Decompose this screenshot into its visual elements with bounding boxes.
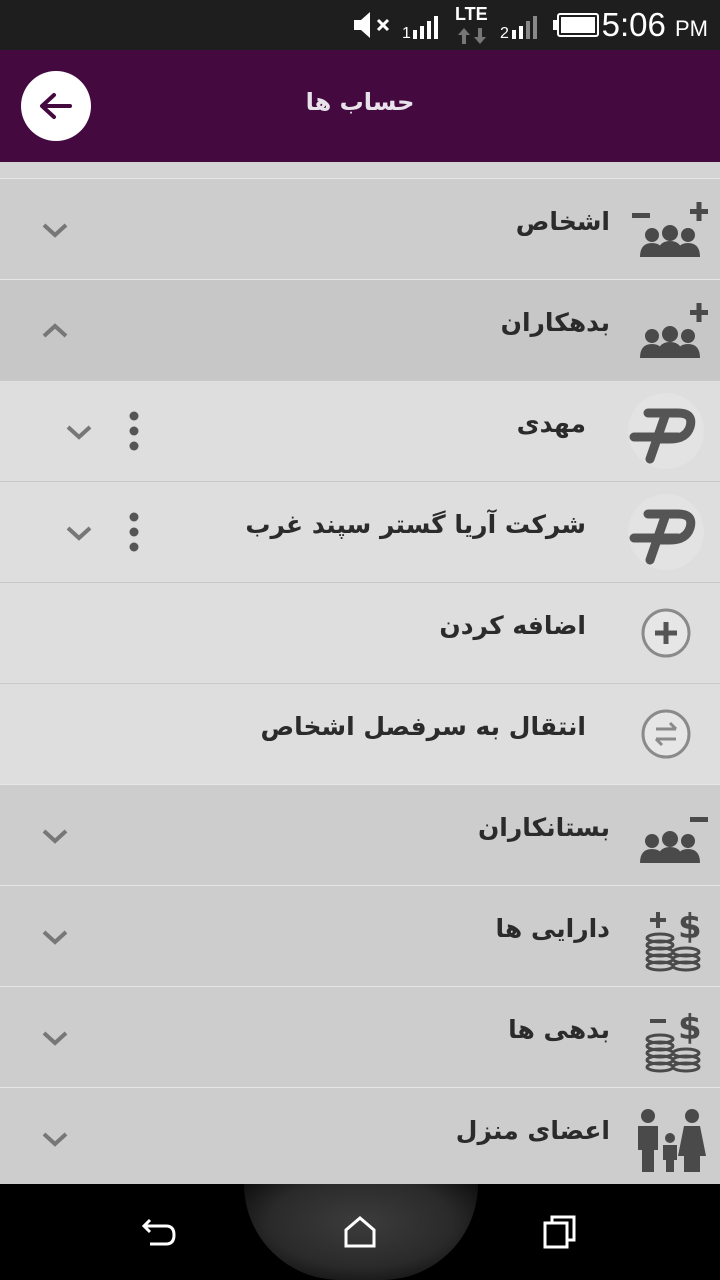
group-row-household[interactable]: اعضای منزل <box>0 1087 720 1188</box>
people-add-icon <box>640 303 708 358</box>
accounts-list: اشخاص بدهکاران مهدی شرکت آریا گستر سپند … <box>0 162 720 1188</box>
group-label: بدهکاران <box>500 308 610 337</box>
people-add-remove-icon <box>632 202 708 257</box>
chevron-down-icon[interactable] <box>40 821 70 851</box>
group-row-people[interactable]: اشخاص <box>0 178 720 279</box>
action-label: انتقال به سرفصل اشخاص <box>260 712 586 741</box>
account-logo-icon <box>628 494 704 570</box>
transfer-to-people-button[interactable]: انتقال به سرفصل اشخاص <box>0 683 720 784</box>
add-circle-icon <box>641 608 691 658</box>
svg-text:$: $ <box>678 907 702 947</box>
system-nav-bar <box>0 1184 720 1280</box>
battery-icon <box>553 13 599 37</box>
chevron-down-icon[interactable] <box>40 922 70 952</box>
home-nav-icon[interactable] <box>342 1214 378 1250</box>
data-transfer-icon <box>458 28 486 44</box>
chevron-down-icon[interactable] <box>64 417 94 447</box>
svg-text:2: 2 <box>500 25 509 40</box>
recent-apps-icon[interactable] <box>542 1214 578 1250</box>
status-bar: 1 LTE 2 5:06 PM <box>0 0 720 50</box>
mute-icon <box>354 12 390 38</box>
chevron-down-icon[interactable] <box>40 215 70 245</box>
account-row-mahdi[interactable]: مهدی <box>0 380 720 481</box>
transfer-circle-icon <box>641 709 691 759</box>
back-nav-icon[interactable] <box>140 1214 180 1250</box>
coins-plus-icon: $ <box>645 907 702 972</box>
signal-2-icon: 2 <box>500 16 537 40</box>
chevron-down-icon[interactable] <box>64 518 94 548</box>
group-row-assets[interactable]: $ دارایی ها <box>0 885 720 986</box>
coins-minus-icon: $ <box>645 1008 702 1073</box>
clock: 5:06 PM <box>601 6 708 43</box>
group-label: اشخاص <box>515 207 610 236</box>
people-remove-icon <box>640 817 708 863</box>
group-label: بدهی ها <box>508 1015 610 1044</box>
account-row-company[interactable]: شرکت آریا گستر سپند غرب <box>0 481 720 582</box>
group-row-creditors[interactable]: بستانکاران <box>0 784 720 885</box>
group-row-debtors[interactable]: بدهکاران <box>0 279 720 380</box>
group-label: دارایی ها <box>495 914 610 943</box>
svg-text:1: 1 <box>402 25 411 40</box>
account-logo-icon <box>628 393 704 469</box>
chevron-up-icon[interactable] <box>40 316 70 346</box>
account-label: مهدی <box>516 409 586 438</box>
group-label: اعضای منزل <box>455 1116 610 1145</box>
network-type: LTE <box>455 4 488 24</box>
more-options-icon[interactable] <box>128 411 140 451</box>
svg-text:$: $ <box>678 1008 702 1048</box>
group-row-liabilities[interactable]: $ بدهی ها <box>0 986 720 1087</box>
chevron-down-icon[interactable] <box>40 1023 70 1053</box>
action-label: اضافه کردن <box>439 611 586 640</box>
account-label: شرکت آریا گستر سپند غرب <box>245 510 586 539</box>
chevron-down-icon[interactable] <box>40 1124 70 1154</box>
group-label: بستانکاران <box>477 813 610 842</box>
signal-1-icon: 1 <box>402 16 438 40</box>
page-title: حساب ها <box>305 88 415 116</box>
app-bar: حساب ها <box>0 50 720 162</box>
family-icon <box>638 1109 706 1172</box>
add-account-button[interactable]: اضافه کردن <box>0 582 720 683</box>
more-options-icon[interactable] <box>128 512 140 552</box>
